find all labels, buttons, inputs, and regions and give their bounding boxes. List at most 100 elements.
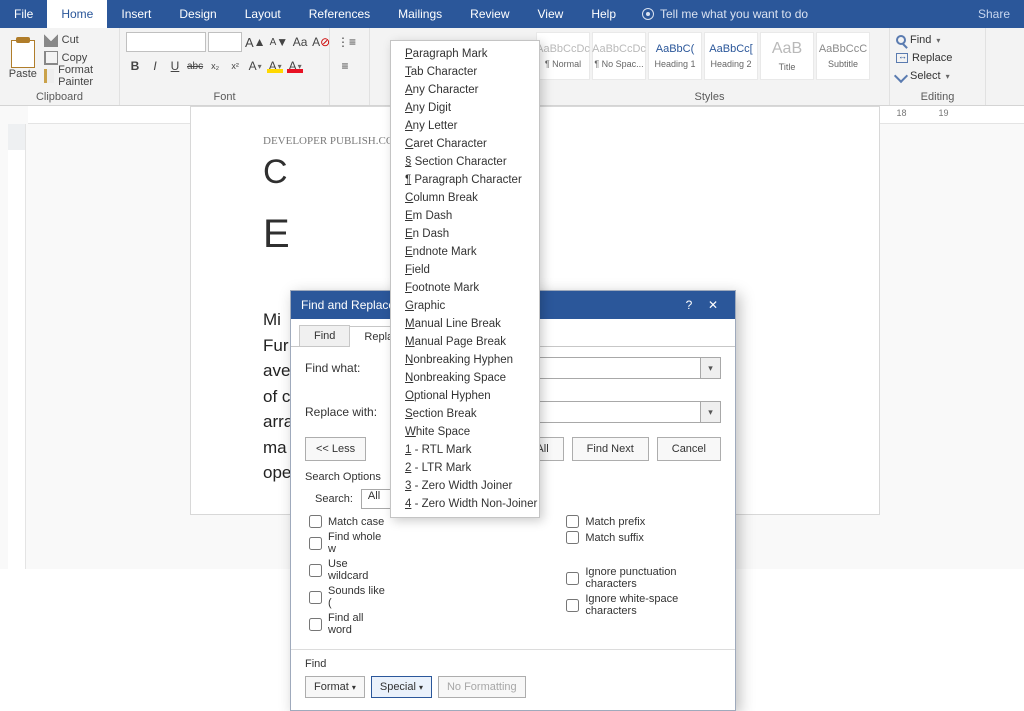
tab-references[interactable]: References — [295, 0, 384, 28]
dialog-close-button[interactable]: ✕ — [701, 298, 725, 312]
style-heading-1[interactable]: AaBbC(Heading 1 — [648, 32, 702, 80]
check-use-wildcard[interactable]: Use wildcard — [309, 558, 386, 582]
cut-label: Cut — [62, 34, 79, 46]
menu-4-zero-width-non-joiner[interactable]: 4 - Zero Width Non-Joiner — [391, 495, 539, 513]
checkbox[interactable] — [309, 591, 322, 604]
check-match-suffix[interactable]: Match suffix — [566, 531, 721, 544]
menu-nonbreaking-space[interactable]: Nonbreaking Space — [391, 369, 539, 387]
check-find-all-word[interactable]: Find all word — [309, 612, 386, 636]
checkbox[interactable] — [309, 618, 322, 631]
replace-with-label: Replace with: — [305, 405, 381, 419]
paste-button[interactable]: Paste — [6, 32, 40, 88]
style-heading-2[interactable]: AaBbCc[Heading 2 — [704, 32, 758, 80]
find-button[interactable]: Find▾ — [896, 32, 952, 48]
menu-3-zero-width-joiner[interactable]: 3 - Zero Width Joiner — [391, 477, 539, 495]
menu-tab-character[interactable]: Tab Character — [391, 63, 539, 81]
replace-button[interactable]: Replace — [896, 50, 952, 66]
checkbox[interactable] — [309, 537, 322, 550]
special-button[interactable]: Special▾ — [371, 676, 432, 698]
tab-design[interactable]: Design — [165, 0, 230, 28]
menu-any-digit[interactable]: Any Digit — [391, 99, 539, 117]
menu-nonbreaking-hyphen[interactable]: Nonbreaking Hyphen — [391, 351, 539, 369]
check-ignore-white-space-characters[interactable]: Ignore white-space characters — [566, 593, 721, 617]
clear-format-button[interactable]: A⊘ — [311, 32, 331, 52]
tab-find[interactable]: Find — [299, 325, 350, 346]
checkbox[interactable] — [566, 531, 579, 544]
menu-field[interactable]: Field — [391, 261, 539, 279]
menu-1-rtl-mark[interactable]: 1 - RTL Mark — [391, 441, 539, 459]
menu-white-space[interactable]: White Space — [391, 423, 539, 441]
superscript-button[interactable]: x² — [226, 56, 244, 76]
menu-any-character[interactable]: Any Character — [391, 81, 539, 99]
menu-2-ltr-mark[interactable]: 2 - LTR Mark — [391, 459, 539, 477]
highlight-button[interactable]: A▾ — [266, 56, 284, 76]
italic-button[interactable]: I — [146, 56, 164, 76]
format-button[interactable]: Format▾ — [305, 676, 365, 698]
cut-button[interactable]: Cut — [44, 32, 113, 48]
checkbox[interactable] — [309, 564, 322, 577]
checkbox[interactable] — [309, 515, 322, 528]
menu-footnote-mark[interactable]: Footnote Mark — [391, 279, 539, 297]
format-painter-button[interactable]: Format Painter — [44, 68, 113, 84]
check-match-case[interactable]: Match case — [309, 515, 386, 528]
tell-me[interactable]: Tell me what you want to do — [630, 0, 820, 28]
tab-file[interactable]: File — [0, 0, 47, 28]
check-sounds-like-[interactable]: Sounds like ( — [309, 585, 386, 609]
check-find-whole-w[interactable]: Find whole w — [309, 531, 386, 555]
menu-graphic[interactable]: Graphic — [391, 297, 539, 315]
font-size-combo[interactable] — [208, 32, 242, 52]
subscript-button[interactable]: x₂ — [206, 56, 224, 76]
change-case-button[interactable]: Aa — [291, 32, 309, 52]
checkbox[interactable] — [566, 515, 579, 528]
tab-review[interactable]: Review — [456, 0, 523, 28]
check-match-prefix[interactable]: Match prefix — [566, 515, 721, 528]
tab-home[interactable]: Home — [47, 0, 107, 28]
select-button[interactable]: Select▾ — [896, 68, 952, 84]
strike-button[interactable]: abc — [186, 56, 204, 76]
align-left-button[interactable]: ≡ — [336, 56, 354, 76]
replace-with-dropdown[interactable]: ▾ — [701, 401, 721, 423]
menu-en-dash[interactable]: En Dash — [391, 225, 539, 243]
check-ignore-punctuation-characters[interactable]: Ignore punctuation characters — [566, 566, 721, 590]
checkbox[interactable] — [566, 572, 579, 585]
menu-manual-line-break[interactable]: Manual Line Break — [391, 315, 539, 333]
share-button[interactable]: Share — [964, 0, 1024, 28]
tab-insert[interactable]: Insert — [107, 0, 165, 28]
bullets-button[interactable]: ⋮≡ — [336, 32, 357, 52]
tab-help[interactable]: Help — [577, 0, 630, 28]
style--normal[interactable]: AaBbCcDc¶ Normal — [536, 32, 590, 80]
no-formatting-button[interactable]: No Formatting — [438, 676, 526, 698]
menu-caret-character[interactable]: Caret Character — [391, 135, 539, 153]
style-title[interactable]: AaBTitle — [760, 32, 814, 80]
tab-layout[interactable]: Layout — [231, 0, 295, 28]
menu--paragraph-character[interactable]: ¶ Paragraph Character — [391, 171, 539, 189]
menu-em-dash[interactable]: Em Dash — [391, 207, 539, 225]
underline-button[interactable]: U — [166, 56, 184, 76]
text-effects-button[interactable]: A▾ — [246, 56, 264, 76]
font-name-combo[interactable] — [126, 32, 206, 52]
tab-mailings[interactable]: Mailings — [384, 0, 456, 28]
copy-icon — [44, 51, 58, 65]
cancel-button[interactable]: Cancel — [657, 437, 721, 461]
paragraph-group-label — [336, 101, 363, 103]
find-what-dropdown[interactable]: ▾ — [701, 357, 721, 379]
dialog-help-button[interactable]: ? — [677, 298, 701, 312]
find-next-button[interactable]: Find Next — [572, 437, 649, 461]
menu-any-letter[interactable]: Any Letter — [391, 117, 539, 135]
font-color-button[interactable]: A▾ — [286, 56, 304, 76]
menu-optional-hyphen[interactable]: Optional Hyphen — [391, 387, 539, 405]
menu-manual-page-break[interactable]: Manual Page Break — [391, 333, 539, 351]
menu--section-character[interactable]: § Section Character — [391, 153, 539, 171]
menu-paragraph-mark[interactable]: Paragraph Mark — [391, 45, 539, 63]
shrink-font-button[interactable]: A▼ — [269, 32, 290, 52]
bold-button[interactable]: B — [126, 56, 144, 76]
style--no-spac-[interactable]: AaBbCcDc¶ No Spac... — [592, 32, 646, 80]
menu-column-break[interactable]: Column Break — [391, 189, 539, 207]
grow-font-button[interactable]: A▲ — [244, 32, 267, 52]
checkbox[interactable] — [566, 599, 579, 612]
style-subtitle[interactable]: AaBbCcCSubtitle — [816, 32, 870, 80]
tab-view[interactable]: View — [524, 0, 578, 28]
less-button[interactable]: << Less — [305, 437, 366, 461]
menu-section-break[interactable]: Section Break — [391, 405, 539, 423]
menu-endnote-mark[interactable]: Endnote Mark — [391, 243, 539, 261]
